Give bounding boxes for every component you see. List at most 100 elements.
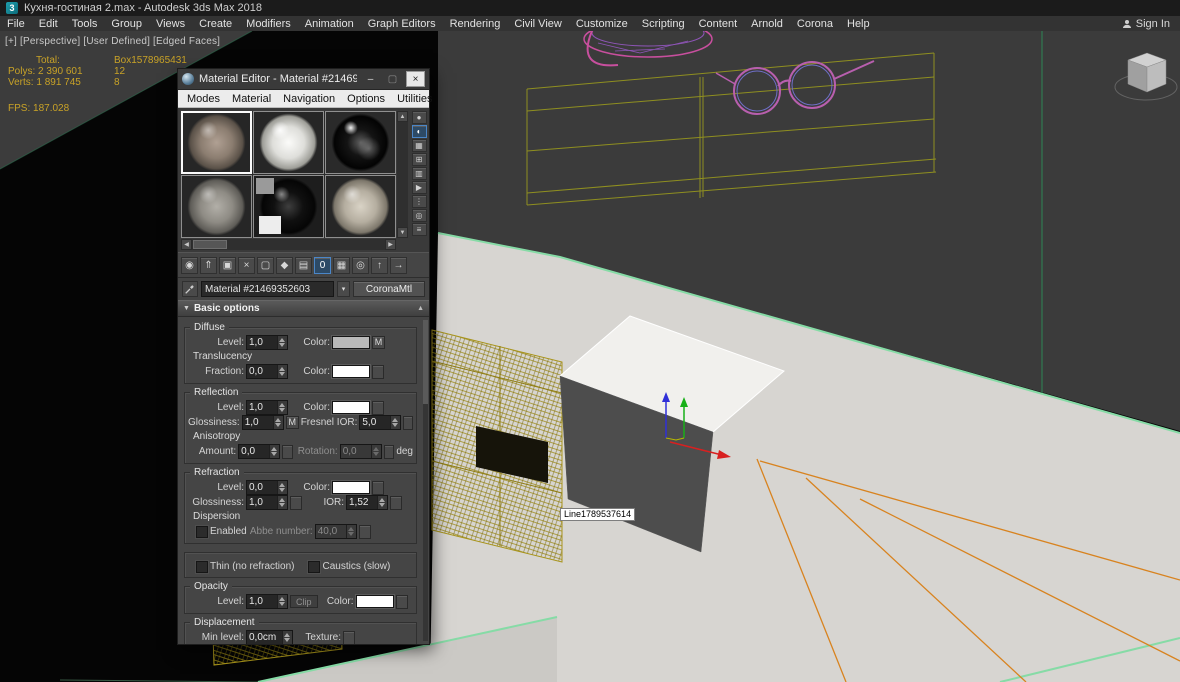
- spinner-arrows-icon[interactable]: [273, 416, 283, 429]
- menu-tools[interactable]: Tools: [65, 16, 105, 31]
- diffuse-level-spinner[interactable]: 1,0: [246, 335, 288, 350]
- background-button[interactable]: ▦: [412, 139, 427, 152]
- material-id-channel-button[interactable]: 0: [314, 257, 331, 274]
- menu-content[interactable]: Content: [692, 16, 745, 31]
- video-color-check-button[interactable]: ▥: [412, 167, 427, 180]
- viewport-label[interactable]: [+] [Perspective] [User Defined] [Edged …: [5, 36, 220, 47]
- make-material-copy-button[interactable]: ▢: [257, 257, 274, 274]
- menu-graph-editors[interactable]: Graph Editors: [361, 16, 443, 31]
- spinner-arrows-icon[interactable]: [277, 401, 287, 414]
- diffuse-map-button[interactable]: M: [372, 336, 385, 349]
- material-slot-5[interactable]: [253, 175, 324, 238]
- menu-animation[interactable]: Animation: [298, 16, 361, 31]
- params-scroll-thumb[interactable]: [423, 320, 428, 404]
- spinner-arrows-icon[interactable]: [277, 336, 287, 349]
- go-to-parent-button[interactable]: ↑: [371, 257, 388, 274]
- me-menu-navigation[interactable]: Navigation: [278, 93, 340, 105]
- put-material-to-scene-button[interactable]: ⇑: [200, 257, 217, 274]
- app-titlebar[interactable]: 3 Кухня-гостиная 2.max - Autodesk 3ds Ma…: [0, 0, 1180, 16]
- make-preview-button[interactable]: ▶: [412, 181, 427, 194]
- material-slot-3[interactable]: [325, 111, 396, 174]
- me-menu-utilities[interactable]: Utilities: [392, 93, 437, 105]
- material-slot-2[interactable]: [253, 111, 324, 174]
- scroll-left-icon[interactable]: ◀: [181, 239, 192, 250]
- refraction-ior-map-button[interactable]: [390, 496, 402, 510]
- pick-from-object-button[interactable]: [182, 281, 198, 297]
- menu-customize[interactable]: Customize: [569, 16, 635, 31]
- select-by-material-button[interactable]: ◎: [412, 209, 427, 222]
- basic-options-rollout[interactable]: ▼ Basic options ▲: [178, 300, 429, 317]
- reflection-color-swatch[interactable]: [332, 401, 370, 414]
- menu-corona[interactable]: Corona: [790, 16, 840, 31]
- menu-scripting[interactable]: Scripting: [635, 16, 692, 31]
- refraction-glossiness-spinner[interactable]: 1,0: [246, 495, 288, 510]
- fresnel-map-button[interactable]: [403, 416, 413, 430]
- backlight-button[interactable]: ◐: [412, 125, 427, 138]
- chevron-down-icon[interactable]: ▾: [337, 281, 350, 297]
- spinner-arrows-icon[interactable]: [277, 496, 287, 509]
- spinner-arrows-icon[interactable]: [390, 416, 400, 429]
- menu-create[interactable]: Create: [192, 16, 239, 31]
- sign-in-button[interactable]: Sign In: [1112, 18, 1180, 30]
- material-slot-4[interactable]: [181, 175, 252, 238]
- menu-modifiers[interactable]: Modifiers: [239, 16, 298, 31]
- spinner-arrows-icon[interactable]: [277, 595, 287, 608]
- menu-help[interactable]: Help: [840, 16, 877, 31]
- menu-group[interactable]: Group: [104, 16, 149, 31]
- reflection-level-spinner[interactable]: 1,0: [246, 400, 288, 415]
- menu-civil-view[interactable]: Civil View: [507, 16, 568, 31]
- caustics-checkbox[interactable]: [308, 561, 320, 573]
- me-menu-options[interactable]: Options: [342, 93, 390, 105]
- menu-rendering[interactable]: Rendering: [443, 16, 508, 31]
- refraction-level-spinner[interactable]: 0,0: [246, 480, 288, 495]
- opacity-color-swatch[interactable]: [356, 595, 394, 608]
- translucency-map-button[interactable]: [372, 365, 384, 379]
- options-button[interactable]: ⋮: [412, 195, 427, 208]
- slots-vertical-scrollbar[interactable]: ▲ ▼: [397, 111, 408, 238]
- sample-uv-tiling-button[interactable]: ⊞: [412, 153, 427, 166]
- spinner-arrows-icon[interactable]: [277, 481, 287, 494]
- go-forward-to-sibling-button[interactable]: →: [390, 257, 407, 274]
- show-end-result-button[interactable]: ◎: [352, 257, 369, 274]
- sample-type-button[interactable]: ●: [412, 111, 427, 124]
- scroll-right-icon[interactable]: ▶: [385, 239, 396, 250]
- show-shaded-in-viewport-button[interactable]: ▦: [333, 257, 350, 274]
- displacement-min-spinner[interactable]: 0,0cm: [246, 630, 293, 644]
- anisotropy-amount-map-button[interactable]: [282, 445, 293, 459]
- close-button[interactable]: ×: [406, 71, 425, 87]
- spinner-arrows-icon[interactable]: [282, 631, 292, 644]
- me-menu-material[interactable]: Material: [227, 93, 276, 105]
- refraction-color-swatch[interactable]: [332, 481, 370, 494]
- material-type-button[interactable]: CoronaMtl: [353, 281, 425, 297]
- material-slot-1[interactable]: [181, 111, 252, 174]
- params-scrollbar[interactable]: [423, 320, 428, 641]
- scroll-up-icon[interactable]: ▲: [397, 111, 408, 122]
- reflection-glossiness-map-button[interactable]: M: [286, 416, 299, 429]
- translucency-fraction-spinner[interactable]: 0,0: [246, 364, 288, 379]
- abbe-map-button[interactable]: [359, 525, 371, 539]
- menu-arnold[interactable]: Arnold: [744, 16, 790, 31]
- menu-file[interactable]: File: [0, 16, 32, 31]
- minimize-button[interactable]: –: [362, 72, 379, 86]
- scroll-down-icon[interactable]: ▼: [397, 227, 408, 238]
- diffuse-color-swatch[interactable]: [332, 336, 370, 349]
- anisotropy-rotation-map-button[interactable]: [384, 445, 395, 459]
- thin-checkbox[interactable]: [196, 561, 208, 573]
- menu-views[interactable]: Views: [149, 16, 192, 31]
- reset-material-button[interactable]: ×: [238, 257, 255, 274]
- refraction-glossiness-map-button[interactable]: [290, 496, 302, 510]
- make-unique-button[interactable]: ◆: [276, 257, 293, 274]
- material-editor-titlebar[interactable]: Material Editor - Material #214693... – …: [178, 69, 429, 90]
- slots-horizontal-scrollbar[interactable]: ◀ ▶: [181, 239, 396, 250]
- maximize-button[interactable]: ▢: [384, 72, 401, 86]
- get-material-button[interactable]: ◉: [181, 257, 198, 274]
- me-menu-modes[interactable]: Modes: [182, 93, 225, 105]
- displacement-texture-map-button[interactable]: [343, 631, 355, 645]
- fresnel-ior-spinner[interactable]: 5,0: [359, 415, 401, 430]
- translucency-color-swatch[interactable]: [332, 365, 370, 378]
- opacity-level-spinner[interactable]: 1,0: [246, 594, 288, 609]
- anisotropy-amount-spinner[interactable]: 0,0: [238, 444, 280, 459]
- h-scroll-thumb[interactable]: [193, 240, 227, 249]
- material-name-dropdown[interactable]: Material #21469352603: [201, 281, 334, 297]
- put-to-library-button[interactable]: ▤: [295, 257, 312, 274]
